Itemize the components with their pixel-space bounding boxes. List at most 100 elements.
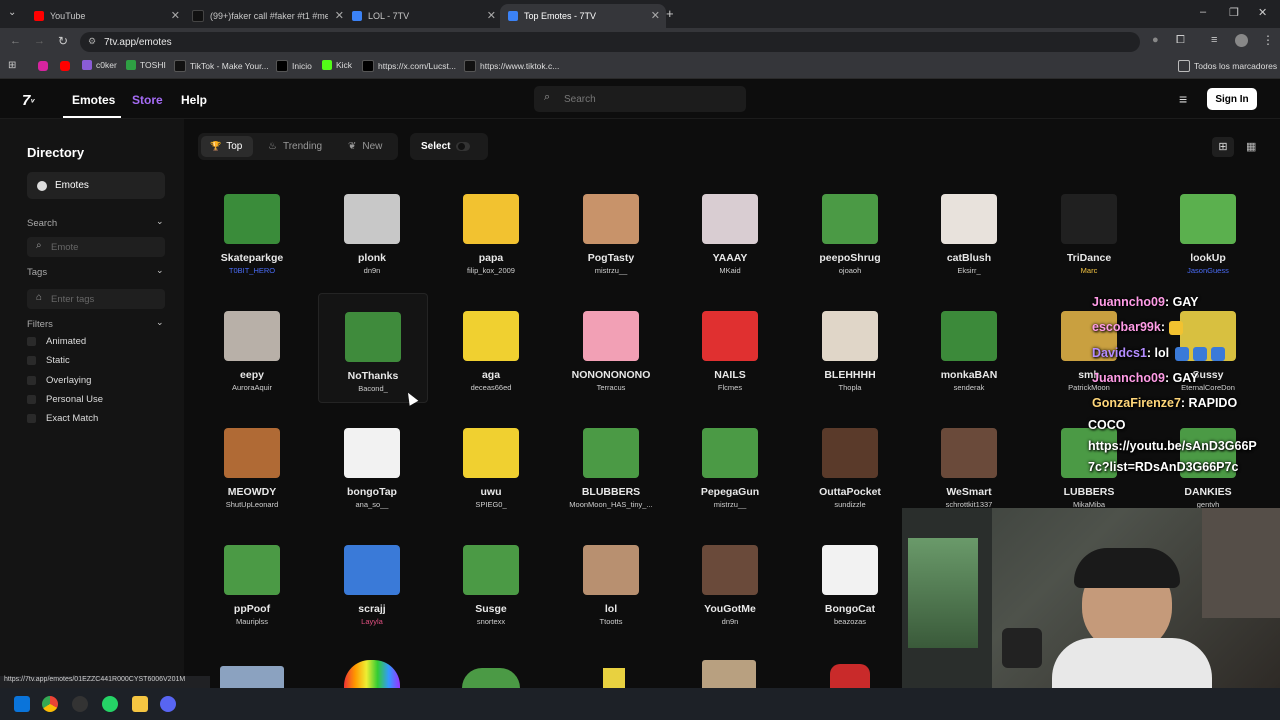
nav-emotes[interactable]: Emotes — [72, 93, 115, 107]
nav-store[interactable]: Store — [132, 93, 163, 107]
emote-card[interactable]: WeSmart schrottkit1337 — [915, 420, 1023, 520]
emote-thumbnail[interactable] — [830, 664, 870, 688]
nav-help[interactable]: Help — [181, 93, 207, 107]
bookmark-toshi[interactable]: TOSHI — [126, 60, 166, 70]
tab-trending[interactable]: ♨ Trending — [268, 133, 322, 160]
sidebar-item-emotes[interactable]: Emotes — [27, 172, 165, 199]
forward-icon[interactable]: → — [34, 35, 45, 47]
emote-card[interactable]: TriDance Marc — [1035, 186, 1143, 286]
file-explorer-icon[interactable] — [132, 696, 148, 712]
new-tab-icon[interactable]: + — [666, 6, 674, 21]
chevron-down-icon[interactable]: ⌄ — [156, 216, 164, 227]
close-icon[interactable]: ✕ — [487, 9, 496, 22]
tab-search-icon[interactable]: ⌄ — [8, 7, 16, 18]
emote-thumbnail[interactable] — [220, 666, 284, 688]
emote-card[interactable]: monkaBAN senderak — [915, 303, 1023, 403]
bookmark-inicio[interactable]: Inicio — [276, 60, 312, 72]
emote-card[interactable]: Skateparkge T0BIT_HERO — [198, 186, 306, 286]
emote-thumbnail[interactable] — [462, 668, 520, 688]
checkbox[interactable] — [27, 395, 36, 404]
tags-input[interactable]: ⌂ Enter tags — [27, 289, 165, 309]
tab-youtube[interactable]: YouTube ✕ — [26, 4, 186, 28]
emote-card[interactable]: BLUBBERS MoonMoon_HAS_tiny_... — [557, 420, 665, 520]
obs-icon[interactable] — [72, 696, 88, 712]
close-icon[interactable]: ✕ — [335, 9, 344, 22]
emote-card[interactable]: MEOWDY ShutUpLeonard — [198, 420, 306, 520]
filter-exact-match[interactable]: Exact Match — [27, 413, 98, 424]
tab-top[interactable]: 🏆 Top — [210, 133, 242, 160]
apps-grid-icon[interactable]: ⊞ — [8, 60, 16, 71]
chevron-down-icon[interactable]: ⌄ — [156, 317, 164, 328]
emote-card[interactable]: BongoCat beazozas — [796, 537, 904, 637]
emote-thumbnail[interactable] — [603, 668, 625, 688]
window-close-icon[interactable]: ✕ — [1258, 6, 1267, 19]
emote-card[interactable]: papa filip_kox_2009 — [437, 186, 545, 286]
reading-list-icon[interactable]: ≡ — [1211, 34, 1217, 46]
emote-card[interactable]: ppPoof Mauriplss — [198, 537, 306, 637]
tab-top-emotes[interactable]: Top Emotes - 7TV ✕ — [500, 4, 666, 28]
checkbox[interactable] — [27, 356, 36, 365]
emote-thumbnail[interactable] — [344, 660, 400, 688]
emote-card[interactable]: NONONONONO Terracus — [557, 303, 665, 403]
emote-card[interactable]: NAILS Flcmes — [676, 303, 784, 403]
extensions-puzzle-icon[interactable]: ⧠ — [1176, 34, 1185, 47]
tab-new[interactable]: ❦ New — [348, 133, 382, 160]
close-icon[interactable]: ✕ — [651, 9, 660, 22]
sign-in-button[interactable]: Sign In — [1207, 88, 1257, 110]
emote-card[interactable]: uwu SPIEG0_ — [437, 420, 545, 520]
discord-icon[interactable] — [160, 696, 176, 712]
tab-tiktok[interactable]: (99+)faker call #faker #t1 #me ✕ — [184, 4, 350, 28]
bookmark-kick[interactable]: Kick — [322, 60, 352, 70]
emote-card[interactable]: aga deceas66ed — [437, 303, 545, 403]
emote-card[interactable]: OuttaPocket sundizzle — [796, 420, 904, 520]
bookmark-x-lucst[interactable]: https://x.com/Lucst... — [362, 60, 456, 72]
emote-thumbnail[interactable] — [702, 660, 756, 688]
emote-card[interactable]: YouGotMe dn9n — [676, 537, 784, 637]
bookmark-tiktok-url[interactable]: https://www.tiktok.c... — [464, 60, 559, 72]
filter-overlaying[interactable]: Overlaying — [27, 375, 91, 386]
checkbox[interactable] — [27, 414, 36, 423]
more-menu-icon[interactable]: ⋮ — [1262, 33, 1274, 47]
address-bar[interactable]: ⚙ 7tv.app/emotes — [80, 32, 1140, 52]
all-bookmarks[interactable]: Todos los marcadores — [1178, 60, 1277, 72]
emote-card[interactable]: scrajj Layyla — [318, 537, 426, 637]
emote-card[interactable]: PogTasty mistrzu__ — [557, 186, 665, 286]
filter-personal-use[interactable]: Personal Use — [27, 394, 103, 405]
minimize-icon[interactable]: – — [1200, 6, 1206, 18]
emote-card[interactable]: PepegaGun mistrzu__ — [676, 420, 784, 520]
checkbox[interactable] — [27, 337, 36, 346]
youtube-bookmark-icon[interactable] — [60, 61, 70, 71]
filter-static[interactable]: Static — [27, 355, 70, 366]
checkbox[interactable] — [27, 376, 36, 385]
emote-search-field[interactable]: ⌕ Emote — [27, 237, 165, 257]
emote-card[interactable]: eepy AuroraAquir — [198, 303, 306, 403]
emote-card[interactable]: lookUp JasonGuess — [1154, 186, 1262, 286]
site-search-input[interactable]: ⌕ Search — [534, 86, 746, 112]
close-icon[interactable]: ✕ — [171, 9, 180, 22]
emote-card[interactable]: YAAAY MKaid — [676, 186, 784, 286]
emote-card[interactable]: Susge snortexx — [437, 537, 545, 637]
filter-animated[interactable]: Animated — [27, 336, 86, 347]
back-icon[interactable]: ← — [10, 35, 21, 47]
emote-card[interactable]: catBlush Eksirr_ — [915, 186, 1023, 286]
hamburger-menu-icon[interactable]: ≡ — [1179, 91, 1187, 107]
emote-card[interactable]: plonk dn9n — [318, 186, 426, 286]
emote-card[interactable]: NoThanks Bacond_ — [318, 293, 428, 403]
emote-card[interactable]: peepoShrug ojoaoh — [796, 186, 904, 286]
maximize-icon[interactable]: ❐ — [1229, 6, 1239, 19]
site-info-icon[interactable]: ⚙ — [88, 36, 96, 47]
reload-icon[interactable]: ↻ — [58, 34, 68, 48]
whatsapp-icon[interactable] — [102, 696, 118, 712]
chrome-icon[interactable] — [42, 696, 58, 712]
emote-card[interactable]: BLEHHHH Thopla — [796, 303, 904, 403]
bookmark-c0ker[interactable]: c0ker — [82, 60, 117, 70]
windows-start-icon[interactable] — [14, 696, 30, 712]
7tv-logo[interactable]: 7ᵛ — [22, 92, 34, 109]
instagram-icon[interactable] — [38, 61, 48, 71]
tab-lol-7tv[interactable]: LOL - 7TV ✕ — [346, 4, 502, 28]
toggle-switch[interactable] — [456, 142, 470, 151]
compact-grid-icon[interactable]: ▦ — [1246, 137, 1256, 157]
emote-card[interactable]: lol Ttootts — [557, 537, 665, 637]
extension-icon[interactable]: ● — [1152, 34, 1159, 46]
bookmark-tiktok[interactable]: TikTok - Make Your... — [174, 60, 269, 72]
